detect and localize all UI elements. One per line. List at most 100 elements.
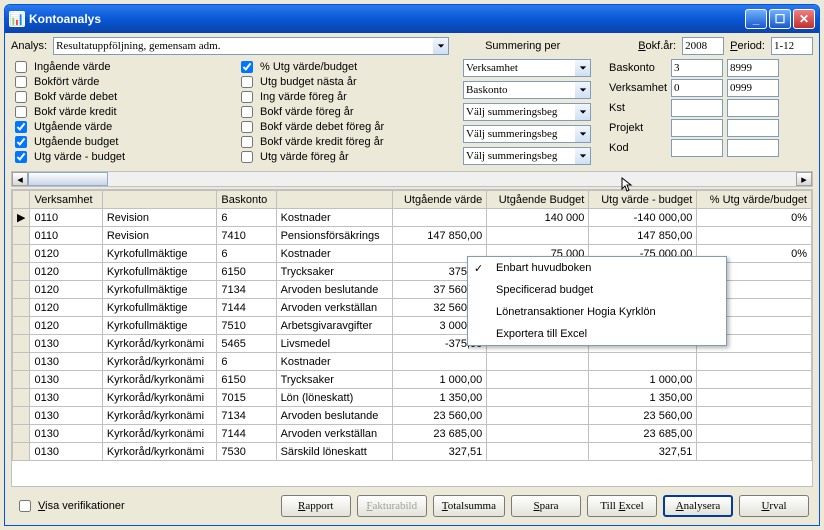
checkbox-utgående-budget[interactable]: Utgående budget bbox=[11, 134, 231, 149]
period-input[interactable] bbox=[771, 37, 813, 55]
table-row[interactable]: 0130Kyrkoråd/kyrkonämi7530Särskild lönes… bbox=[13, 443, 812, 461]
baskonto-to-input[interactable] bbox=[727, 59, 779, 77]
summering-select-1[interactable] bbox=[463, 81, 575, 99]
table-row[interactable]: ▶0110Revision6Kostnader140 000-140 000,0… bbox=[13, 209, 812, 227]
analys-label: Analys: bbox=[11, 40, 47, 52]
summering-dropdown-button-1[interactable] bbox=[575, 81, 591, 99]
checkbox-utg-värde---budget[interactable]: Utg värde - budget bbox=[11, 149, 231, 164]
tillexcel-button[interactable]: Till Excel bbox=[587, 495, 657, 517]
projekt-from-input[interactable] bbox=[671, 119, 723, 137]
kod-to-input[interactable] bbox=[727, 139, 779, 157]
checkbox-label: Utgående budget bbox=[34, 136, 118, 148]
checkbox--utg-värde-budget[interactable]: % Utg värde/budget bbox=[237, 59, 457, 74]
close-button[interactable]: ✕ bbox=[793, 9, 815, 29]
menu-item-label: Specificerad budget bbox=[496, 284, 593, 296]
summering-select-4[interactable] bbox=[463, 147, 575, 165]
column-header[interactable]: Utgående Budget bbox=[487, 191, 589, 209]
context-menu-item[interactable]: Specificerad budget bbox=[468, 279, 726, 301]
context-menu: ✓Enbart huvudboken Specificerad budget Lön… bbox=[467, 256, 727, 346]
kod-from-input[interactable] bbox=[671, 139, 723, 157]
verksamhet-to-input[interactable] bbox=[727, 79, 779, 97]
table-row[interactable]: 0130Kyrkoråd/kyrkonämi7144Arvoden verkst… bbox=[13, 425, 812, 443]
column-header[interactable]: Utg värde - budget bbox=[589, 191, 697, 209]
analys-dropdown-button[interactable] bbox=[433, 37, 449, 55]
kod-label: Kod bbox=[609, 142, 667, 154]
summering-dropdown-button-3[interactable] bbox=[575, 125, 591, 143]
checkbox-label: Utg värde - budget bbox=[34, 151, 125, 163]
context-menu-item[interactable]: Exportera till Excel bbox=[468, 323, 726, 345]
checkbox-ing-värde-föreg-år[interactable]: Ing värde föreg år bbox=[237, 89, 457, 104]
spara-button[interactable]: Spara bbox=[511, 495, 581, 517]
summering-dropdown-button-0[interactable] bbox=[575, 59, 591, 77]
checkbox-label: Utg värde föreg år bbox=[260, 151, 349, 163]
column-header[interactable]: Utgående värde bbox=[393, 191, 487, 209]
summering-dropdown-button-2[interactable] bbox=[575, 103, 591, 121]
table-row[interactable]: 0130Kyrkoråd/kyrkonämi6150Trycksaker1 00… bbox=[13, 371, 812, 389]
analys-select[interactable] bbox=[53, 37, 433, 55]
table-row[interactable]: 0130Kyrkoråd/kyrkonämi7015Lön (löneskatt… bbox=[13, 389, 812, 407]
column-header[interactable]: Baskonto bbox=[217, 191, 276, 209]
table-row[interactable]: 0130Kyrkoråd/kyrkonämi6Kostnader bbox=[13, 353, 812, 371]
analysera-button[interactable]: Analysera bbox=[663, 495, 733, 517]
column-header[interactable]: Verksamhet bbox=[30, 191, 102, 209]
horizontal-scrollbar[interactable]: ◂ ▸ bbox=[11, 171, 813, 187]
urval-button[interactable]: Urval bbox=[739, 495, 809, 517]
checkbox-bokfört-värde[interactable]: Bokfört värde bbox=[11, 74, 231, 89]
period-label: Period: bbox=[730, 40, 765, 52]
menu-item-label: Exportera till Excel bbox=[496, 328, 587, 340]
maximize-button[interactable]: ☐ bbox=[769, 9, 791, 29]
context-menu-item[interactable]: ✓Enbart huvudboken bbox=[468, 257, 726, 279]
checkbox-utg-värde-föreg-år[interactable]: Utg värde föreg år bbox=[237, 149, 457, 164]
checkbox-bokf-värde-debet-föreg-år[interactable]: Bokf värde debet föreg år bbox=[237, 119, 457, 134]
checkbox-label: Utgående värde bbox=[34, 121, 112, 133]
checkbox-label: Bokf värde debet bbox=[34, 91, 117, 103]
checkbox-bokf-värde-kredit[interactable]: Bokf värde kredit bbox=[11, 104, 231, 119]
checkbox-label: Ing värde föreg år bbox=[260, 91, 347, 103]
scroll-thumb[interactable] bbox=[28, 172, 108, 186]
scroll-left-button[interactable]: ◂ bbox=[12, 172, 28, 186]
kst-from-input[interactable] bbox=[671, 99, 723, 117]
checkbox-label: Bokf värde kredit bbox=[34, 106, 117, 118]
context-menu-item[interactable]: Lönetransaktioner Hogia Kyrklön bbox=[468, 301, 726, 323]
scroll-right-button[interactable]: ▸ bbox=[796, 172, 812, 186]
checkbox-ingående-värde[interactable]: Ingående värde bbox=[11, 59, 231, 74]
verksamhet-from-input[interactable] bbox=[671, 79, 723, 97]
totalsumma-button[interactable]: Totalsumma bbox=[433, 495, 505, 517]
rapport-button[interactable]: Rapport bbox=[281, 495, 351, 517]
baskonto-from-input[interactable] bbox=[671, 59, 723, 77]
menu-item-label: Lönetransaktioner Hogia Kyrklön bbox=[496, 306, 656, 318]
checkbox-utgående-värde[interactable]: Utgående värde bbox=[11, 119, 231, 134]
checkbox-label: Bokf värde föreg år bbox=[260, 106, 354, 118]
projekt-to-input[interactable] bbox=[727, 119, 779, 137]
checkbox-utg-budget-nästa-år[interactable]: Utg budget nästa år bbox=[237, 74, 457, 89]
checkbox-label: Bokf värde kredit föreg år bbox=[260, 136, 384, 148]
baskonto-label: Baskonto bbox=[609, 62, 667, 74]
bokfar-input[interactable] bbox=[682, 37, 724, 55]
bokfar-label: Bokf.år: bbox=[638, 40, 676, 52]
checkbox-label: Bokfört värde bbox=[34, 76, 99, 88]
table-row[interactable]: 0110Revision7410Pensionsförsäkrings147 8… bbox=[13, 227, 812, 245]
checkbox-label: Bokf värde debet föreg år bbox=[260, 121, 384, 133]
kst-to-input[interactable] bbox=[727, 99, 779, 117]
checkbox-bokf-värde-kredit-föreg-år[interactable]: Bokf värde kredit föreg år bbox=[237, 134, 457, 149]
minimize-button[interactable]: _ bbox=[745, 9, 767, 29]
checkbox-label: Utg budget nästa år bbox=[260, 76, 357, 88]
data-grid[interactable]: Verksamhet Baskonto Utgående värdeUtgående… bbox=[11, 189, 813, 487]
analysis-icon: 📊 bbox=[9, 11, 25, 27]
fakturabild-button[interactable]: Fakturabild bbox=[357, 495, 427, 517]
column-header[interactable] bbox=[102, 191, 217, 209]
checkbox-bokf-värde-föreg-år[interactable]: Bokf värde föreg år bbox=[237, 104, 457, 119]
checkbox-bokf-värde-debet[interactable]: Bokf värde debet bbox=[11, 89, 231, 104]
summering-dropdown-button-4[interactable] bbox=[575, 147, 591, 165]
menu-item-label: Enbart huvudboken bbox=[496, 262, 591, 274]
summering-label: Summering per bbox=[485, 40, 560, 52]
summering-select-2[interactable] bbox=[463, 103, 575, 121]
summering-select-3[interactable] bbox=[463, 125, 575, 143]
summering-select-0[interactable] bbox=[463, 59, 575, 77]
column-header[interactable] bbox=[276, 191, 393, 209]
projekt-label: Projekt bbox=[609, 122, 667, 134]
column-header[interactable]: % Utg värde/budget bbox=[697, 191, 812, 209]
visa-verifikationer-checkbox[interactable]: Visa verifikationer bbox=[15, 499, 125, 514]
table-row[interactable]: 0130Kyrkoråd/kyrkonämi7134Arvoden beslut… bbox=[13, 407, 812, 425]
verksamhet-label: Verksamhet bbox=[609, 82, 667, 94]
